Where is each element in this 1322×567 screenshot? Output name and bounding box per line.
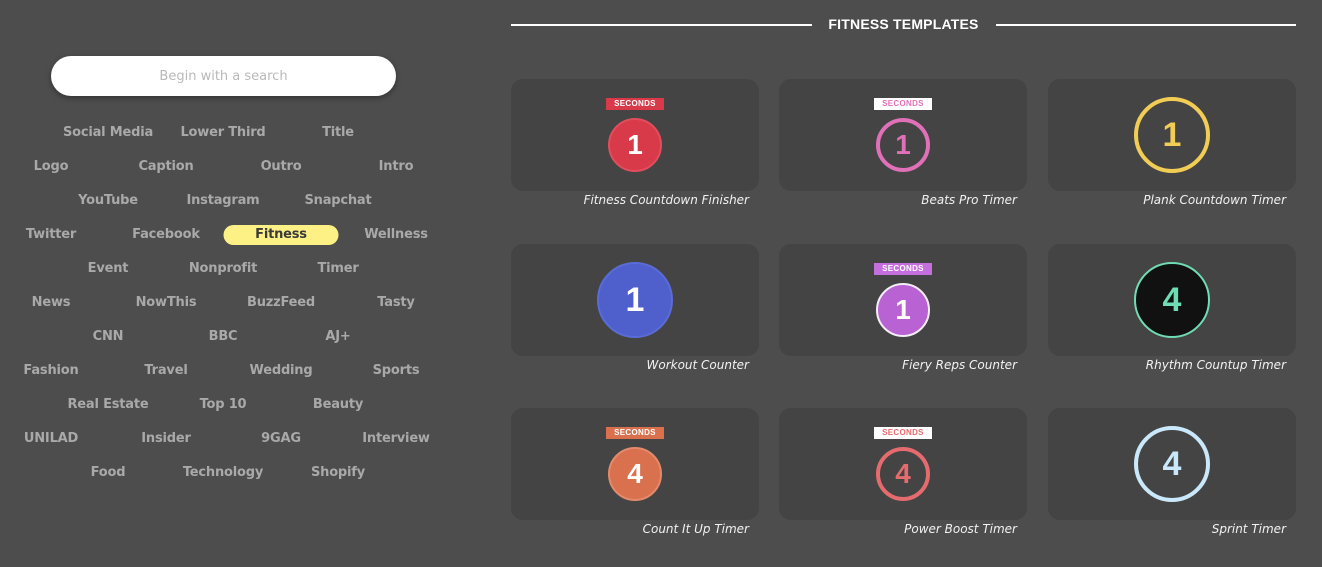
timer-number: 1: [625, 280, 645, 319]
timer-preview-icon: 1: [876, 118, 930, 172]
tag-real-estate[interactable]: Real Estate: [67, 395, 148, 415]
tag-buzzfeed[interactable]: BuzzFeed: [247, 293, 315, 313]
tag-fitness[interactable]: Fitness: [223, 225, 339, 245]
tag-beauty[interactable]: Beauty: [313, 395, 363, 415]
search-box[interactable]: [51, 56, 396, 96]
template-card[interactable]: SECONDS 1: [779, 79, 1027, 191]
template-title[interactable]: Sprint Timer: [1048, 522, 1296, 536]
template-card[interactable]: 4: [1048, 244, 1296, 356]
template-title[interactable]: Fitness Countdown Finisher: [511, 193, 759, 207]
tag-social-media[interactable]: Social Media: [63, 123, 153, 143]
tag-news[interactable]: News: [32, 293, 71, 313]
tag-9gag[interactable]: 9GAG: [261, 429, 301, 449]
tag-shopify[interactable]: Shopify: [311, 463, 365, 483]
tag-nonprofit[interactable]: Nonprofit: [189, 259, 257, 279]
timer-number: 1: [627, 129, 643, 160]
header-divider-right: [996, 24, 1296, 26]
tag-intro[interactable]: Intro: [379, 157, 414, 177]
seconds-badge: SECONDS: [606, 427, 664, 439]
tag-lower-third[interactable]: Lower Third: [180, 123, 265, 143]
template-card[interactable]: SECONDS 1: [511, 79, 759, 191]
tag-technology[interactable]: Technology: [183, 463, 263, 483]
timer-number: 4: [895, 458, 911, 489]
header-divider-left: [511, 24, 812, 26]
seconds-badge: SECONDS: [874, 98, 932, 110]
template-card[interactable]: SECONDS 1: [779, 244, 1027, 356]
tag-fashion[interactable]: Fashion: [23, 361, 78, 381]
tag-event[interactable]: Event: [88, 259, 129, 279]
tag-cnn[interactable]: CNN: [93, 327, 124, 347]
section-title: FITNESS TEMPLATES: [828, 16, 979, 32]
tag-unilad[interactable]: UNILAD: [24, 429, 78, 449]
timer-preview-icon: 1: [597, 262, 673, 338]
tag-interview[interactable]: Interview: [362, 429, 430, 449]
template-title[interactable]: Beats Pro Timer: [779, 193, 1027, 207]
timer-preview-icon: 1: [608, 118, 662, 172]
seconds-badge: SECONDS: [606, 98, 664, 110]
template-title[interactable]: Rhythm Countup Timer: [1048, 358, 1296, 372]
template-card[interactable]: 1: [511, 244, 759, 356]
tag-sports[interactable]: Sports: [373, 361, 420, 381]
timer-number: 4: [1162, 280, 1182, 319]
tag-tasty[interactable]: Tasty: [377, 293, 415, 313]
tag-aj[interactable]: AJ+: [325, 327, 350, 347]
template-title[interactable]: Power Boost Timer: [779, 522, 1027, 536]
seconds-badge: SECONDS: [874, 427, 932, 439]
tag-outro[interactable]: Outro: [261, 157, 302, 177]
tag-instagram[interactable]: Instagram: [186, 191, 259, 211]
timer-number: 1: [1162, 115, 1182, 154]
tag-snapchat[interactable]: Snapchat: [304, 191, 371, 211]
search-input[interactable]: [51, 56, 396, 96]
timer-preview-icon: 4: [1134, 426, 1210, 502]
tag-nowthis[interactable]: NowThis: [136, 293, 197, 313]
timer-preview-icon: 4: [1134, 262, 1210, 338]
tag-wellness[interactable]: Wellness: [364, 225, 428, 245]
tag-food[interactable]: Food: [91, 463, 126, 483]
template-card[interactable]: 4: [1048, 408, 1296, 520]
timer-number: 4: [627, 458, 643, 489]
template-card[interactable]: 1: [1048, 79, 1296, 191]
timer-preview-icon: 1: [876, 283, 930, 337]
timer-preview-icon: 1: [1134, 97, 1210, 173]
template-title[interactable]: Plank Countdown Timer: [1048, 193, 1296, 207]
tag-youtube[interactable]: YouTube: [78, 191, 138, 211]
timer-number: 1: [895, 129, 911, 160]
template-title[interactable]: Workout Counter: [511, 358, 759, 372]
page: Social Media Lower Third Title Logo Caption O…: [0, 0, 1322, 567]
tag-top-10[interactable]: Top 10: [200, 395, 247, 415]
tag-facebook[interactable]: Facebook: [132, 225, 200, 245]
timer-preview-icon: 4: [608, 447, 662, 501]
tag-bbc[interactable]: BBC: [209, 327, 238, 347]
tag-insider[interactable]: Insider: [141, 429, 191, 449]
tag-logo[interactable]: Logo: [34, 157, 69, 177]
template-card[interactable]: SECONDS 4: [511, 408, 759, 520]
timer-number: 4: [1162, 444, 1182, 483]
tag-wedding[interactable]: Wedding: [250, 361, 313, 381]
template-title[interactable]: Fiery Reps Counter: [779, 358, 1027, 372]
tag-twitter[interactable]: Twitter: [26, 225, 76, 245]
timer-preview-icon: 4: [876, 447, 930, 501]
seconds-badge: SECONDS: [874, 263, 932, 275]
tag-timer[interactable]: Timer: [317, 259, 358, 279]
template-title[interactable]: Count It Up Timer: [511, 522, 759, 536]
tag-title[interactable]: Title: [322, 123, 354, 143]
tag-travel[interactable]: Travel: [144, 361, 187, 381]
timer-number: 1: [895, 294, 911, 325]
tag-caption[interactable]: Caption: [138, 157, 193, 177]
template-card[interactable]: SECONDS 4: [779, 408, 1027, 520]
